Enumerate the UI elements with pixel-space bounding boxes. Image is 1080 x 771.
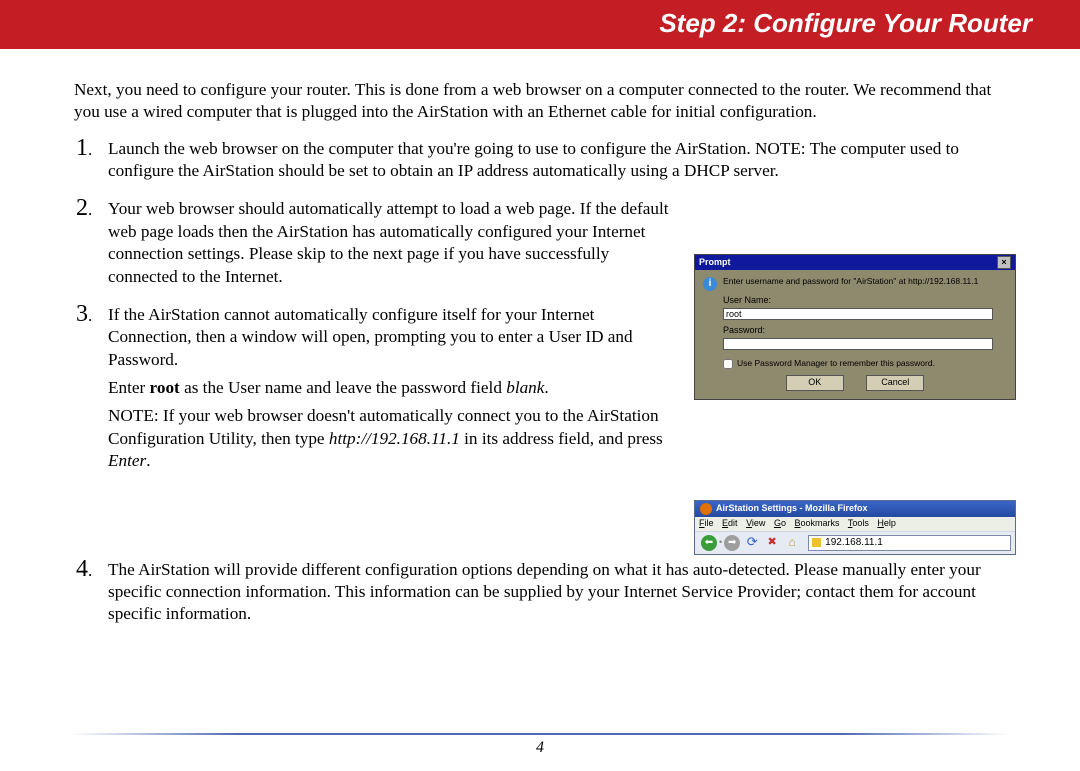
reload-icon[interactable]: ⟳	[745, 536, 759, 550]
step-number: 3.	[76, 299, 92, 330]
info-icon: i	[703, 277, 717, 291]
firefox-icon	[700, 503, 712, 515]
menu-edit[interactable]: Edit	[722, 518, 738, 528]
header-bar: Step 2: Configure Your Router	[0, 0, 1080, 49]
step-text: The AirStation will provide different co…	[108, 559, 1016, 626]
forward-icon[interactable]: ➡	[724, 535, 740, 551]
step3-p3: NOTE: If your web browser doesn't automa…	[108, 405, 1016, 472]
address-bar[interactable]: 192.168.11.1	[808, 535, 1011, 551]
menu-help[interactable]: Help	[877, 518, 896, 528]
step-number: 2.	[76, 193, 92, 224]
footer-rule	[70, 733, 1010, 735]
step3-p2: Enter root as the User name and leave th…	[108, 377, 1016, 399]
content-area: Next, you need to configure your router.…	[0, 49, 1080, 626]
browser-screenshot: AirStation Settings - Mozilla Firefox Fi…	[694, 500, 1016, 555]
stop-icon[interactable]: ✖	[765, 536, 779, 550]
step-3: 3. AirStation Settings - Mozilla Firefox…	[108, 304, 1016, 473]
browser-window: AirStation Settings - Mozilla Firefox Fi…	[694, 500, 1016, 555]
page-title: Step 2: Configure Your Router	[659, 8, 1032, 38]
close-icon[interactable]: ×	[997, 256, 1011, 269]
page-footer: 4	[0, 733, 1080, 757]
browser-title-text: AirStation Settings - Mozilla Firefox	[716, 503, 868, 515]
prompt-message: Enter username and password for "AirStat…	[723, 276, 978, 286]
home-icon[interactable]: ⌂	[785, 536, 799, 550]
step3-p1: If the AirStation cannot automatically c…	[108, 304, 1016, 371]
address-text: 192.168.11.1	[825, 536, 883, 550]
step-2: 2. Prompt × i Enter username and passwor…	[108, 198, 1016, 287]
step-4: 4. The AirStation will provide different…	[108, 559, 1016, 626]
menu-bookmarks[interactable]: Bookmarks	[795, 518, 840, 528]
browser-titlebar: AirStation Settings - Mozilla Firefox	[695, 501, 1015, 517]
prompt-titlebar: Prompt ×	[695, 255, 1015, 270]
step-number: 1.	[76, 133, 92, 164]
menu-file[interactable]: File	[699, 518, 714, 528]
prompt-title-text: Prompt	[699, 257, 731, 269]
menu-view[interactable]: View	[746, 518, 765, 528]
browser-toolbar: ⬅ • ➡ ⟳ ✖ ⌂ 192.168.11.1	[695, 531, 1015, 554]
browser-menubar: File Edit View Go Bookmarks Tools Help	[695, 517, 1015, 531]
menu-tools[interactable]: Tools	[848, 518, 869, 528]
step-1: 1. Launch the web browser on the compute…	[108, 138, 1016, 183]
step-text: Launch the web browser on the computer t…	[108, 138, 1016, 183]
step-number: 4.	[76, 554, 92, 585]
favicon-icon	[812, 538, 821, 547]
page-number: 4	[536, 739, 544, 756]
intro-paragraph: Next, you need to configure your router.…	[74, 79, 1016, 124]
dot-icon: •	[719, 537, 722, 549]
menu-go[interactable]: Go	[774, 518, 786, 528]
back-icon[interactable]: ⬅	[701, 535, 717, 551]
steps-list: 1. Launch the web browser on the compute…	[74, 138, 1016, 626]
